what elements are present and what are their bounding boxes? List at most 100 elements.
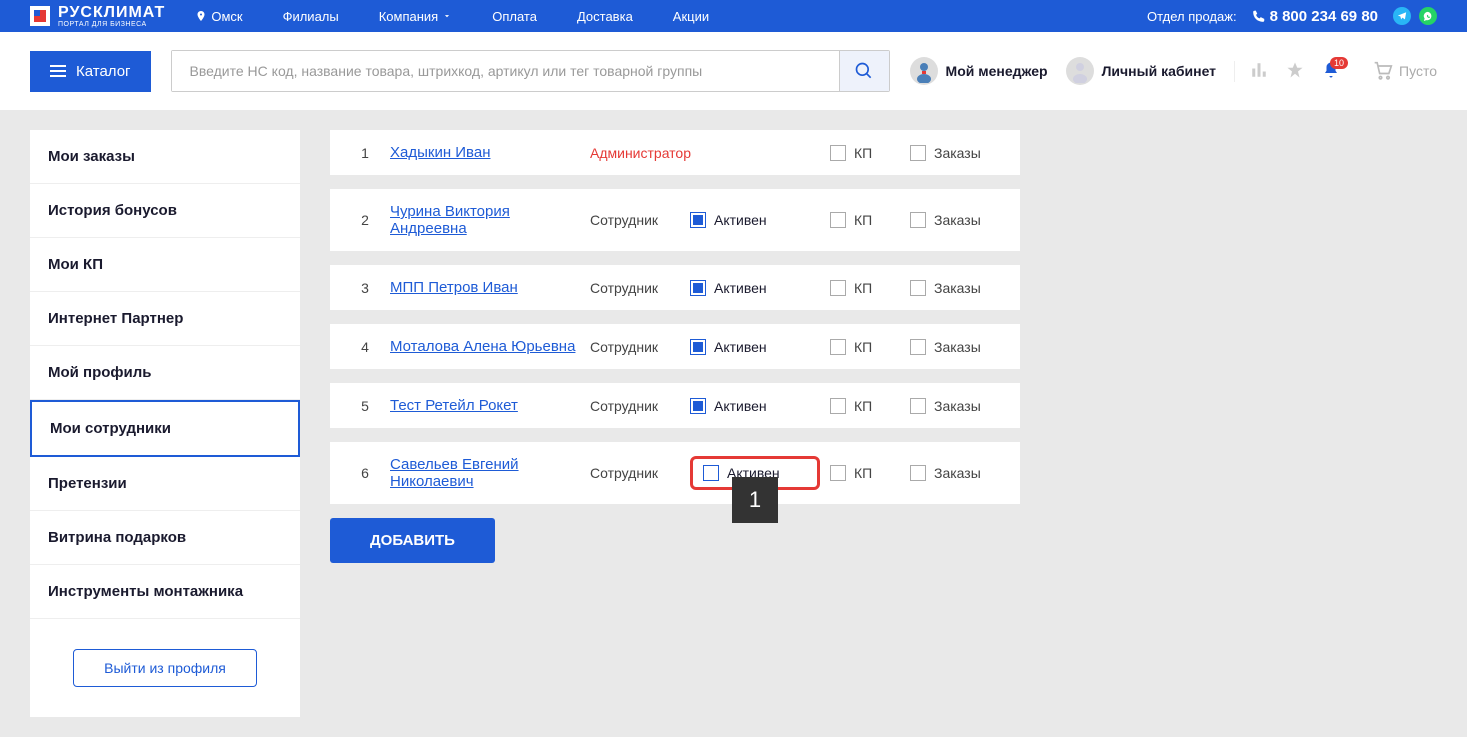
employee-kp: КП xyxy=(830,339,900,355)
employee-kp: КП xyxy=(830,465,900,481)
sidebar-item-7[interactable]: Витрина подарков xyxy=(30,511,300,565)
nav-delivery[interactable]: Доставка xyxy=(577,9,633,24)
employee-number: 3 xyxy=(350,280,380,296)
employee-orders: Заказы xyxy=(910,280,981,296)
account-avatar xyxy=(1066,57,1094,85)
sidebar-item-0[interactable]: Мои заказы xyxy=(30,130,300,184)
employee-name-link[interactable]: Хадыкин Иван xyxy=(390,144,490,161)
employee-list: 1 Хадыкин Иван Администратор КП Заказы 2 Чурин… xyxy=(330,130,1020,563)
sidebar-item-4[interactable]: Мой профиль xyxy=(30,346,300,400)
employee-name-link[interactable]: Чурина Виктория Андреевна xyxy=(390,203,510,237)
orders-label: Заказы xyxy=(934,145,981,161)
orders-checkbox[interactable] xyxy=(910,280,926,296)
sidebar-item-8[interactable]: Инструменты монтажника xyxy=(30,565,300,619)
catalog-button[interactable]: Каталог xyxy=(30,51,151,92)
location-icon xyxy=(195,10,207,22)
employee-kp: КП xyxy=(830,398,900,414)
active-checkbox[interactable] xyxy=(690,339,706,355)
employee-role: Сотрудник xyxy=(590,465,680,481)
employee-role: Сотрудник xyxy=(590,280,680,296)
employee-status: Активен xyxy=(690,280,820,296)
employee-number: 4 xyxy=(350,339,380,355)
kp-checkbox[interactable] xyxy=(830,398,846,414)
kp-checkbox[interactable] xyxy=(830,145,846,161)
active-checkbox[interactable] xyxy=(690,212,706,228)
manager-avatar xyxy=(910,57,938,85)
orders-checkbox[interactable] xyxy=(910,465,926,481)
employee-status: Активен1 xyxy=(690,456,820,490)
nav-promo[interactable]: Акции xyxy=(673,9,709,24)
employee-orders: Заказы xyxy=(910,339,981,355)
nav-company[interactable]: Компания xyxy=(379,9,453,24)
employee-role: Сотрудник xyxy=(590,212,680,228)
nav-payment[interactable]: Оплата xyxy=(492,9,537,24)
active-checkbox[interactable] xyxy=(690,280,706,296)
employee-role: Администратор xyxy=(590,145,680,161)
kp-label: КП xyxy=(854,339,872,355)
whatsapp-icon[interactable] xyxy=(1419,7,1437,25)
logo-main-text: РУСКЛИМАТ xyxy=(58,5,165,21)
nav-branches[interactable]: Филиалы xyxy=(283,9,339,24)
sidebar-item-3[interactable]: Интернет Партнер xyxy=(30,292,300,346)
kp-checkbox[interactable] xyxy=(830,339,846,355)
kp-checkbox[interactable] xyxy=(830,465,846,481)
employee-name-link[interactable]: Моталова Алена Юрьевна xyxy=(390,338,575,355)
search-input[interactable] xyxy=(172,51,839,91)
employee-number: 1 xyxy=(350,145,380,161)
sidebar-item-2[interactable]: Мои КП xyxy=(30,238,300,292)
sidebar-item-5[interactable]: Мои сотрудники xyxy=(30,400,300,457)
phone-number[interactable]: 8 800 234 69 80 xyxy=(1252,8,1378,25)
orders-label: Заказы xyxy=(934,212,981,228)
employee-name-link[interactable]: Тест Ретейл Рокет xyxy=(390,397,518,414)
orders-checkbox[interactable] xyxy=(910,145,926,161)
phone-label: Отдел продаж: xyxy=(1147,9,1237,24)
active-label: Активен xyxy=(714,280,767,296)
add-button[interactable]: ДОБАВИТЬ xyxy=(330,518,495,563)
logout-button[interactable]: Выйти из профиля xyxy=(73,649,257,687)
my-manager[interactable]: Мой менеджер xyxy=(910,57,1048,85)
employee-status: Активен xyxy=(690,339,820,355)
employee-status: Активен xyxy=(690,212,820,228)
telegram-icon[interactable] xyxy=(1393,7,1411,25)
kp-label: КП xyxy=(854,465,872,481)
kp-checkbox[interactable] xyxy=(830,212,846,228)
sidebar-item-1[interactable]: История бонусов xyxy=(30,184,300,238)
kp-checkbox[interactable] xyxy=(830,280,846,296)
orders-checkbox[interactable] xyxy=(910,212,926,228)
sidebar-item-6[interactable]: Претензии xyxy=(30,457,300,511)
stats-icon[interactable] xyxy=(1250,61,1268,82)
employee-number: 6 xyxy=(350,465,380,481)
city-selector[interactable]: Омск xyxy=(195,9,242,24)
phone-icon xyxy=(1252,9,1266,23)
search-icon xyxy=(854,61,874,81)
logo-sub-text: ПОРТАЛ ДЛЯ БИЗНЕСА xyxy=(58,21,165,28)
employee-row: 3МПП Петров ИванСотрудникАктивенКПЗаказы xyxy=(330,265,1020,310)
employee-number: 2 xyxy=(350,212,380,228)
personal-account[interactable]: Личный кабинет xyxy=(1066,57,1216,85)
employee-row: 5Тест Ретейл РокетСотрудникАктивенКПЗака… xyxy=(330,383,1020,428)
active-label: Активен xyxy=(714,398,767,414)
sidebar: Мои заказыИстория бонусовМои КПИнтернет … xyxy=(30,130,300,717)
orders-checkbox[interactable] xyxy=(910,398,926,414)
notifications-icon[interactable]: 10 xyxy=(1322,61,1340,82)
employee-number: 5 xyxy=(350,398,380,414)
kp-label: КП xyxy=(854,145,872,161)
employee-name-link[interactable]: МПП Петров Иван xyxy=(390,279,518,296)
logo[interactable]: РУСКЛИМАТ ПОРТАЛ ДЛЯ БИЗНЕСА xyxy=(30,5,165,28)
active-checkbox[interactable] xyxy=(703,465,719,481)
notification-badge: 10 xyxy=(1330,57,1348,69)
employee-row: 2 Чурина Виктория Андреевна Сотрудник Актив… xyxy=(330,189,1020,251)
employee-name-link[interactable]: Савельев Евгений Николаевич xyxy=(390,456,519,490)
favorites-icon[interactable] xyxy=(1286,61,1304,82)
employee-orders: Заказы xyxy=(910,398,981,414)
orders-checkbox[interactable] xyxy=(910,339,926,355)
active-checkbox[interactable] xyxy=(690,398,706,414)
employee-kp: КП xyxy=(830,212,900,228)
search-button[interactable] xyxy=(839,51,889,91)
orders-label: Заказы xyxy=(934,280,981,296)
employee-orders: Заказы xyxy=(910,465,981,481)
cart[interactable]: Пусто xyxy=(1373,61,1437,81)
kp-label: КП xyxy=(854,398,872,414)
highlight-annotation: 1 xyxy=(732,477,778,523)
hamburger-icon xyxy=(50,65,66,77)
